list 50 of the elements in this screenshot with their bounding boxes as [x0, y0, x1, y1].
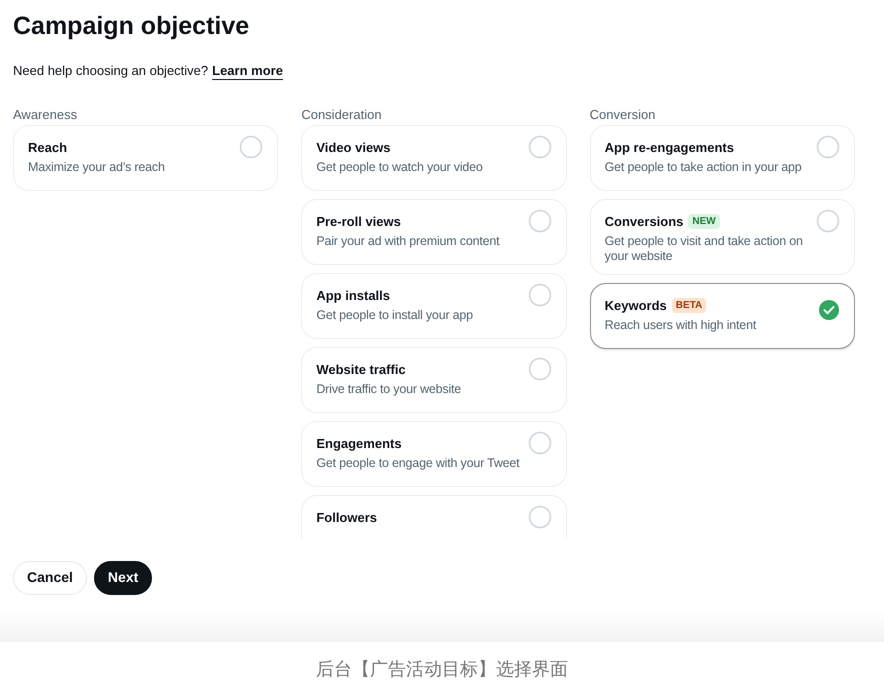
objective-title: App re-engagements	[604, 138, 734, 156]
objective-card[interactable]: Video views Get people to watch your video	[301, 124, 567, 190]
radio-icon[interactable]	[528, 282, 552, 306]
radio-icon[interactable]	[528, 356, 552, 380]
radio-icon[interactable]	[528, 208, 552, 232]
radio-icon[interactable]	[528, 504, 552, 528]
status-tag: BETA	[672, 298, 706, 313]
objective-description: Reach users with high intent	[604, 318, 756, 332]
objective-title: Reach	[28, 138, 68, 156]
category-heading: Consideration	[301, 106, 382, 122]
objective-description: Maximize your ad’s reach	[28, 160, 165, 174]
status-tag: NEW	[688, 214, 720, 229]
objective-card[interactable]: Website traffic Drive traffic to your website	[301, 346, 567, 412]
radio-icon[interactable]	[528, 430, 552, 454]
cancel-button[interactable]: Cancel	[13, 560, 87, 594]
objective-title: Video views	[316, 138, 391, 156]
objective-title: Website traffic	[316, 360, 406, 378]
objective-card[interactable]: Conversions NEW Get people to visit and take action on your website	[590, 198, 855, 274]
objective-card[interactable]: App re-engagements Get people to take action in your app	[590, 124, 855, 190]
radio-icon[interactable]	[528, 134, 552, 158]
objective-description: Get people to watch your video	[316, 160, 483, 174]
objective-description: Get people to engage with your Tweet	[316, 456, 520, 470]
radio-icon[interactable]	[816, 134, 840, 158]
learn-more-link[interactable]: Learn more	[212, 61, 283, 80]
image-caption: 后台【广告活动目标】选择界面	[316, 658, 568, 680]
objective-title: Engagements	[316, 434, 402, 452]
objective-description: Get people to take action in your app	[604, 160, 802, 174]
objective-description: Get people to visit and take action on your website	[604, 234, 804, 264]
radio-icon[interactable]	[816, 208, 840, 232]
objective-description: Pair your ad with premium content	[316, 234, 500, 248]
objective-card[interactable]: Pre-roll views Pair your ad with premium content	[301, 198, 567, 264]
objective-title: App installs	[316, 286, 390, 304]
objective-card[interactable]: Reach Maximize your ad’s reach	[13, 124, 278, 190]
objective-title: Keywords	[604, 296, 667, 314]
category-heading: Conversion	[590, 106, 656, 122]
objective-description: Get people to install your app	[316, 308, 473, 322]
objective-card[interactable]: Engagements Get people to engage with your Tweet	[301, 420, 567, 486]
objective-title: Followers	[316, 508, 378, 526]
objective-description: Drive traffic to your website	[316, 382, 462, 396]
help-text: Need help choosing an objective?	[13, 62, 208, 80]
objective-card[interactable]: Followers	[301, 494, 567, 538]
page-title: Campaign objective	[13, 11, 250, 42]
objective-card[interactable]: App installs Get people to install your app	[301, 272, 567, 338]
checked-radio-icon[interactable]	[818, 298, 840, 320]
category-heading: Awareness	[13, 106, 78, 122]
radio-icon[interactable]	[239, 134, 264, 158]
next-button[interactable]: Next	[94, 560, 152, 594]
objective-card[interactable]: Keywords BETA Reach users with high intent	[590, 282, 855, 348]
objective-title: Conversions	[604, 212, 684, 230]
objective-title: Pre-roll views	[316, 212, 401, 230]
